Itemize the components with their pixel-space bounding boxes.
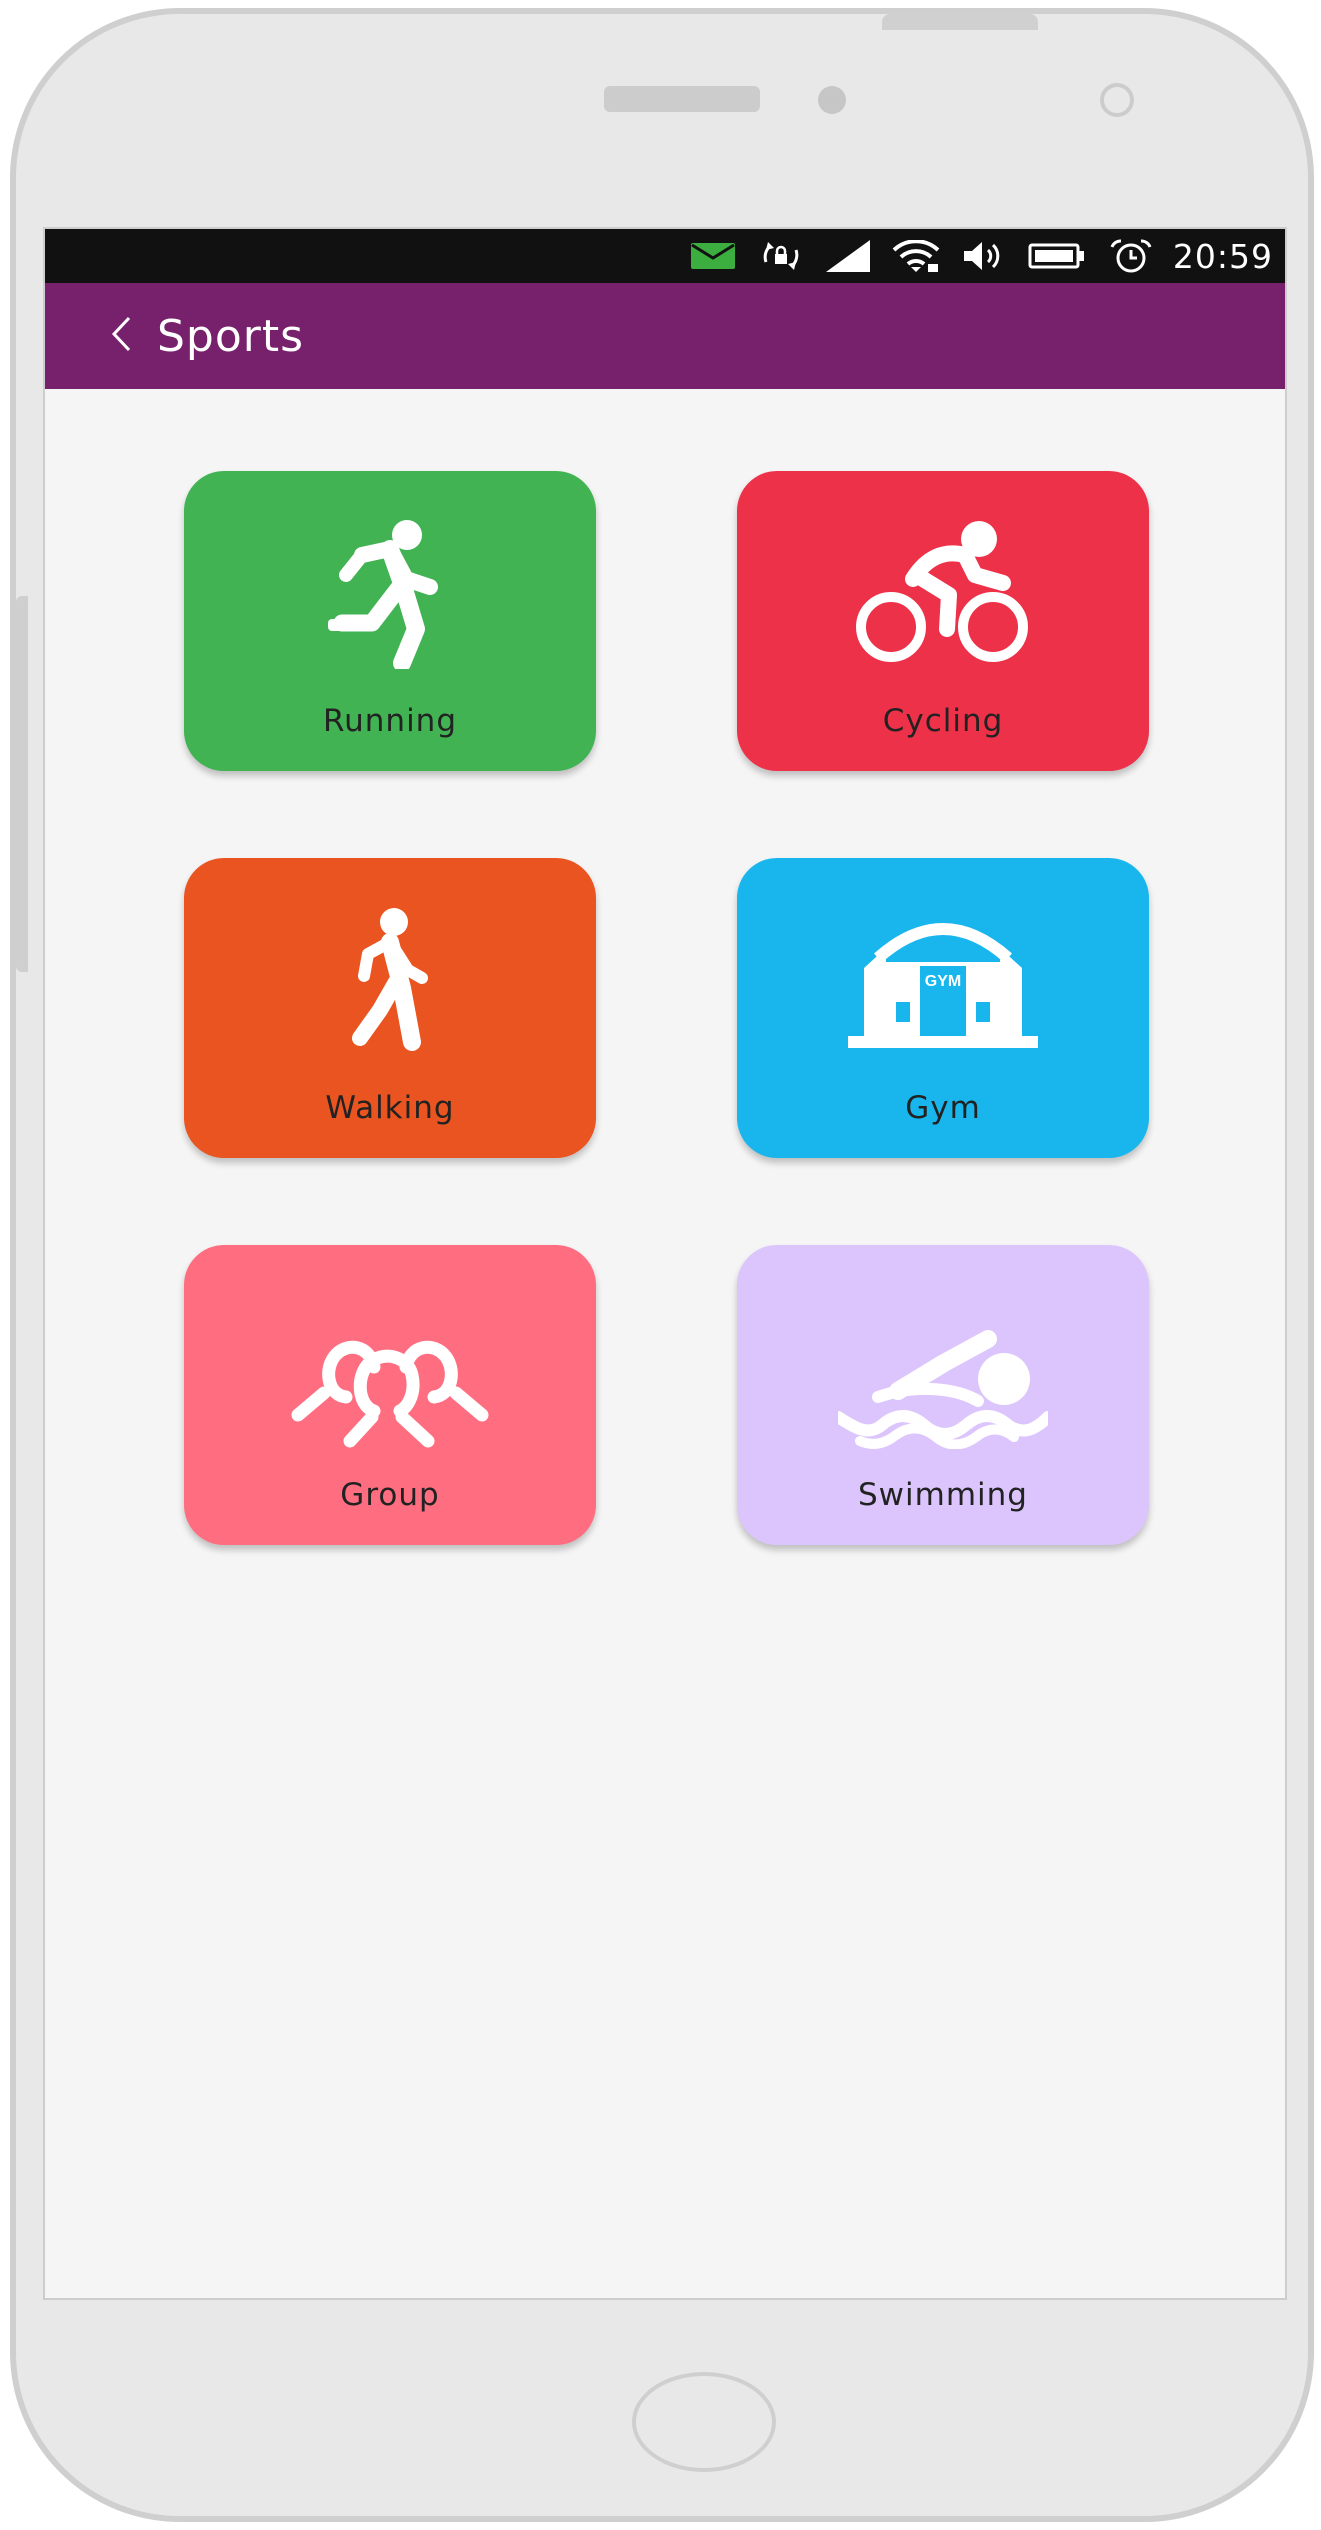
page-title: Sports [157,310,305,362]
tile-gym[interactable]: GYM Gym [737,858,1149,1158]
tile-label: Group [340,1477,440,1513]
tile-running[interactable]: Running [184,471,596,771]
status-bar: 20:59 [45,229,1285,283]
cycling-icon [856,521,1028,662]
rotation-lock-icon[interactable] [758,240,804,272]
power-button [882,14,1038,30]
tile-label: Cycling [882,703,1004,739]
tile-group[interactable]: Group [184,1245,596,1545]
chevron-left-icon [109,314,133,358]
earpiece-speaker [604,86,760,112]
gym-sign-text: GYM [925,973,961,990]
group-icon [291,1340,489,1448]
mail-icon[interactable] [690,242,736,270]
home-button[interactable] [632,2372,776,2472]
back-button[interactable] [87,283,155,389]
app-screen: 20:59 Sports Running Cycling Walking GYM… [43,227,1287,2300]
proximity-sensor [818,86,846,114]
clock-time: 20:59 [1172,236,1273,276]
alarm-icon[interactable] [1108,238,1154,274]
tile-label: Running [322,703,458,739]
app-header: Sports [45,283,1285,389]
walking-icon [352,908,428,1051]
volume-button [16,596,28,972]
tile-swimming[interactable]: Swimming [737,1245,1149,1545]
cellular-signal-icon[interactable] [825,240,870,272]
wifi-icon[interactable] [892,240,940,272]
gym-icon: GYM [848,923,1038,1048]
battery-icon[interactable] [1028,242,1086,270]
tile-cycling[interactable]: Cycling [737,471,1149,771]
volume-icon[interactable] [962,240,1006,272]
front-camera [1100,83,1134,117]
tile-label: Walking [325,1090,455,1126]
tile-label: Gym [905,1090,981,1126]
tile-label: Swimming [858,1477,1028,1513]
running-icon [328,520,438,669]
swimming-icon [838,1330,1048,1449]
tile-walking[interactable]: Walking [184,858,596,1158]
